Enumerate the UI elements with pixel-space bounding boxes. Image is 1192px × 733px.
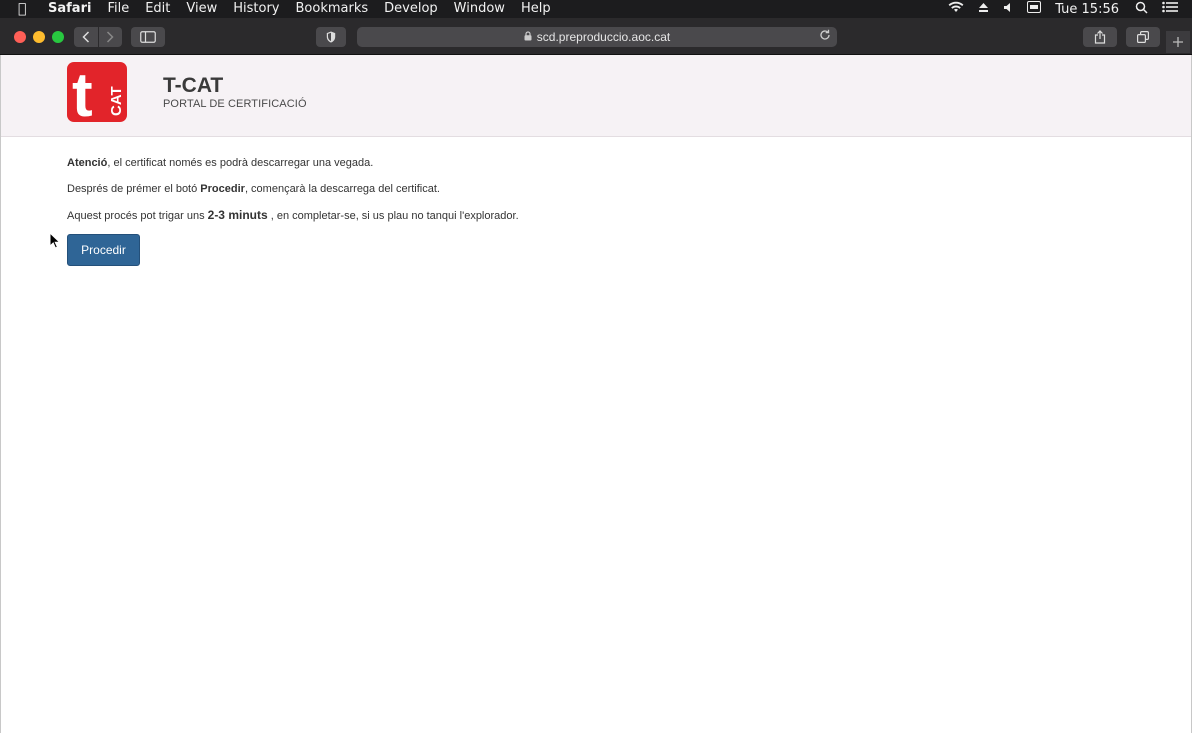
logo-word-cat: CAT [108, 86, 125, 116]
lock-icon [524, 31, 532, 43]
new-tab-button[interactable] [1166, 31, 1190, 53]
menu-history[interactable]: History [233, 0, 279, 18]
menu-develop[interactable]: Develop [384, 0, 438, 18]
sidebar-icon [140, 31, 156, 43]
volume-icon[interactable] [1003, 2, 1013, 17]
close-window-button[interactable] [14, 31, 26, 43]
logo-letter-t: t [72, 62, 93, 122]
wifi-icon[interactable] [948, 1, 964, 17]
address-bar[interactable]: scd.preproduccio.aoc.cat [357, 27, 837, 47]
plus-icon [1173, 37, 1183, 47]
menu-edit[interactable]: Edit [145, 0, 170, 18]
menu-bookmarks[interactable]: Bookmarks [296, 0, 369, 18]
instruction-line: Després de prémer el botó Procedir, come… [67, 181, 1067, 207]
notification-center-icon[interactable] [1162, 1, 1178, 17]
back-button[interactable] [74, 27, 98, 47]
chevron-left-icon [82, 31, 89, 43]
mouse-pointer-icon [49, 232, 61, 249]
site-subtitle: PORTAL DE CERTIFICACIÓ [163, 98, 307, 110]
menu-file[interactable]: File [107, 0, 129, 18]
instruction-text-rest: , començarà la descarrega del certificat… [244, 183, 440, 195]
show-all-tabs-button[interactable] [1126, 27, 1160, 47]
warning-label: Atenció [67, 157, 108, 169]
zoom-window-button[interactable] [52, 31, 64, 43]
site-title: T-CAT [163, 74, 224, 97]
window-border-left [0, 55, 1, 733]
sidebar-toggle-button[interactable] [131, 27, 165, 47]
keyboard-input-icon[interactable] [1027, 1, 1042, 17]
reload-icon[interactable] [819, 29, 831, 44]
instruction-button-name: Procedir [200, 183, 245, 195]
share-icon [1094, 30, 1106, 44]
proceed-button[interactable]: Procedir [67, 234, 140, 266]
forward-button[interactable] [97, 27, 123, 47]
duration-value: 2-3 minuts [207, 208, 268, 222]
warning-line: Atenció, el certificat només es podrà de… [67, 155, 1067, 181]
menu-help[interactable]: Help [521, 0, 551, 18]
duration-text-pre: Aquest procés pot trigar uns [67, 210, 208, 222]
menu-app-safari[interactable]: Safari [48, 0, 91, 18]
eject-icon[interactable] [978, 2, 989, 17]
status-area: Tue 15:56 [948, 0, 1192, 18]
macos-menu-bar:  Safari File Edit View History Bookmark… [0, 0, 1192, 18]
privacy-report-button[interactable] [316, 27, 346, 47]
tcat-logo[interactable]: t CAT [67, 62, 127, 122]
spotlight-search-icon[interactable] [1135, 1, 1148, 18]
site-header: t CAT T-CAT PORTAL DE CERTIFICACIÓ [0, 55, 1192, 137]
shield-icon [326, 31, 336, 43]
safari-toolbar: scd.preproduccio.aoc.cat [0, 18, 1192, 55]
tabs-overview-icon [1137, 31, 1149, 43]
menu-window[interactable]: Window [454, 0, 505, 18]
back-forward-group [74, 27, 122, 47]
instruction-text-pre: Després de prémer el botó [67, 183, 201, 195]
warning-text: , el certificat només es podrà descarreg… [107, 157, 374, 169]
duration-line: Aquest procés pot trigar uns 2-3 minuts … [67, 207, 1067, 233]
chevron-right-icon [107, 31, 114, 43]
menu-view[interactable]: View [186, 0, 217, 18]
duration-text-rest: , en completar-se, si us plau no tanqui … [267, 210, 519, 222]
url-text: scd.preproduccio.aoc.cat [536, 30, 671, 44]
main-content: Atenció, el certificat només es podrà de… [67, 155, 1067, 233]
apple-menu-icon[interactable]:  [18, 1, 36, 17]
minimize-window-button[interactable] [33, 31, 45, 43]
clock[interactable]: Tue 15:56 [1055, 2, 1119, 17]
share-button[interactable] [1083, 27, 1117, 47]
